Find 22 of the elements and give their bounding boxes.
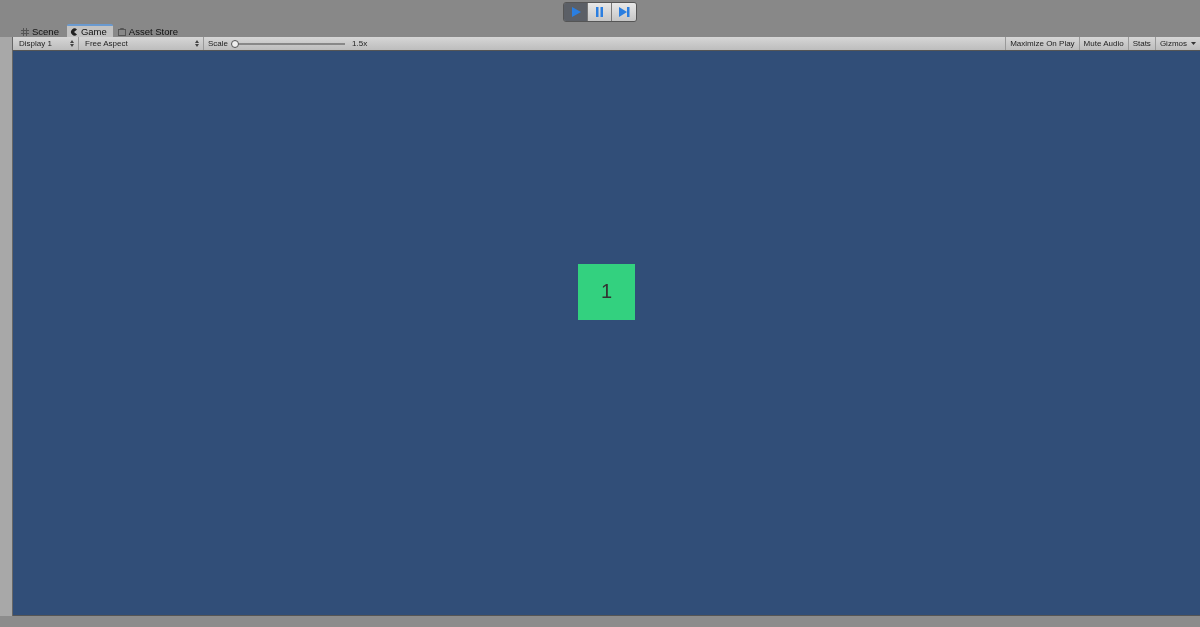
aspect-dropdown[interactable]: Free Aspect <box>79 37 204 50</box>
scale-label: Scale <box>208 39 228 48</box>
pacman-icon <box>69 27 78 36</box>
step-icon <box>618 7 630 17</box>
play-icon <box>570 7 581 17</box>
number-tile: 1 <box>578 263 635 320</box>
scale-reading: 1.5x <box>352 39 368 48</box>
display-dropdown[interactable]: Display 1 <box>13 37 79 50</box>
caret-icon <box>1191 42 1196 45</box>
toolbar-button[interactable]: Gizmos <box>1154 37 1200 50</box>
toolbar-button[interactable]: Mute Audio <box>1078 37 1128 50</box>
tab[interactable]: Scene <box>18 24 65 37</box>
tab[interactable]: Asset Store <box>114 24 184 37</box>
step-button[interactable] <box>612 3 636 21</box>
toolbar-button[interactable]: Maximize On Play <box>1005 37 1079 50</box>
pause-icon <box>595 7 604 17</box>
toolbar-button[interactable]: Stats <box>1127 37 1155 50</box>
slider-thumb[interactable] <box>231 39 239 48</box>
pause-button[interactable] <box>588 3 612 21</box>
tab[interactable]: Game <box>66 24 113 37</box>
spinner-arrows-icon <box>70 40 74 47</box>
spinner-arrows-icon <box>195 40 199 47</box>
